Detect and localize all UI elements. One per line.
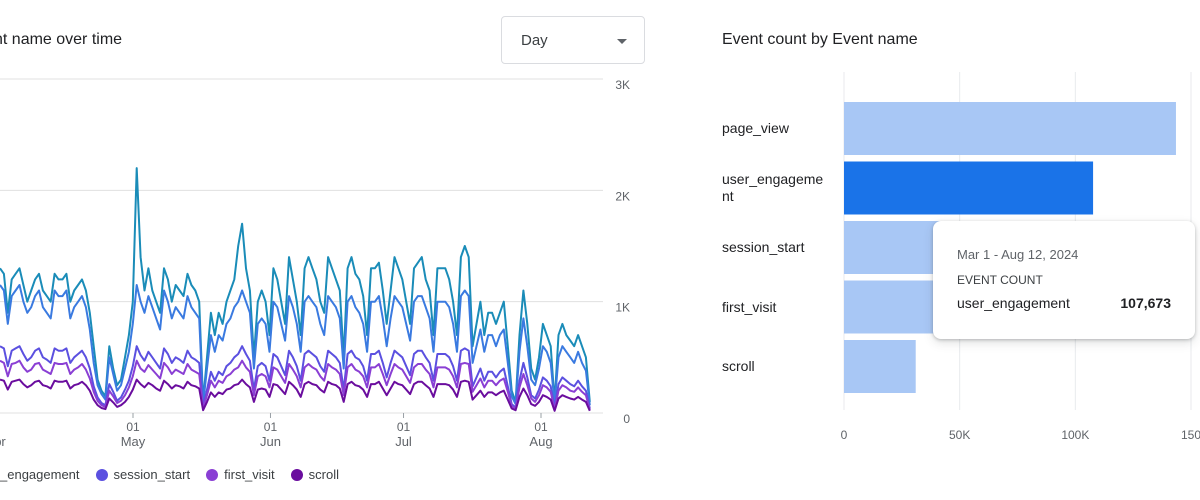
legend-label: scroll: [308, 467, 340, 482]
bar-category-label: page_view: [722, 120, 789, 136]
bar-x-tick-label: 0: [841, 428, 848, 442]
x-tick-day: 01: [264, 420, 278, 434]
y-tick-label: 0: [623, 412, 630, 426]
series-line-first_visit: [0, 359, 591, 411]
legend-item[interactable]: session_start: [95, 467, 191, 482]
y-tick-label: 2K: [615, 189, 630, 203]
x-tick-month: pr: [0, 434, 6, 449]
legend-label: _engagement: [0, 467, 80, 482]
tooltip-event-value: 107,673: [1120, 295, 1171, 311]
x-tick-month: Jun: [260, 434, 281, 449]
tooltip-date-range: Mar 1 - Aug 12, 2024: [957, 247, 1079, 262]
legend-label: first_visit: [224, 467, 275, 482]
x-tick-day: 01: [534, 420, 548, 434]
bar-user_engagement: [844, 161, 1094, 215]
legend-item[interactable]: _engagement: [0, 467, 80, 482]
y-tick-label: 1K: [615, 301, 630, 315]
x-tick-day: 01: [126, 420, 140, 434]
bar-tooltip: Mar 1 - Aug 12, 2024 EVENT COUNT user_en…: [933, 221, 1195, 339]
tooltip-metric-label: EVENT COUNT: [957, 273, 1043, 287]
legend-item[interactable]: scroll: [290, 467, 340, 482]
bar-page_view: [844, 102, 1176, 155]
bar-category-label: session_start: [722, 239, 805, 255]
bar-category-label: user_engageme nt: [722, 171, 824, 204]
bar-x-tick-label: 150: [1181, 428, 1200, 442]
legend-item[interactable]: first_visit: [206, 467, 275, 482]
legend-label: session_start: [113, 467, 191, 482]
series-line-scroll: [0, 378, 591, 412]
legend-dot: [290, 468, 303, 481]
y-tick-label: 3K: [615, 78, 630, 92]
x-tick-month: May: [121, 434, 146, 449]
bar-category-label: first_visit: [722, 298, 777, 315]
tooltip-event-name: user_engagement: [957, 295, 1070, 311]
bar-x-tick-label: 50K: [949, 428, 970, 442]
legend-dot: [206, 468, 219, 481]
line-chart-legend: _engagement session_start first_visit scrol…: [0, 467, 339, 482]
legend-dot: [95, 468, 108, 481]
bar-scroll: [844, 340, 916, 393]
bar-x-tick-label: 100K: [1061, 428, 1089, 442]
x-tick-day: 01: [397, 420, 411, 434]
x-tick-month: Aug: [529, 434, 552, 449]
bar-category-label: scroll: [722, 358, 755, 374]
x-tick-month: Jul: [395, 434, 412, 449]
